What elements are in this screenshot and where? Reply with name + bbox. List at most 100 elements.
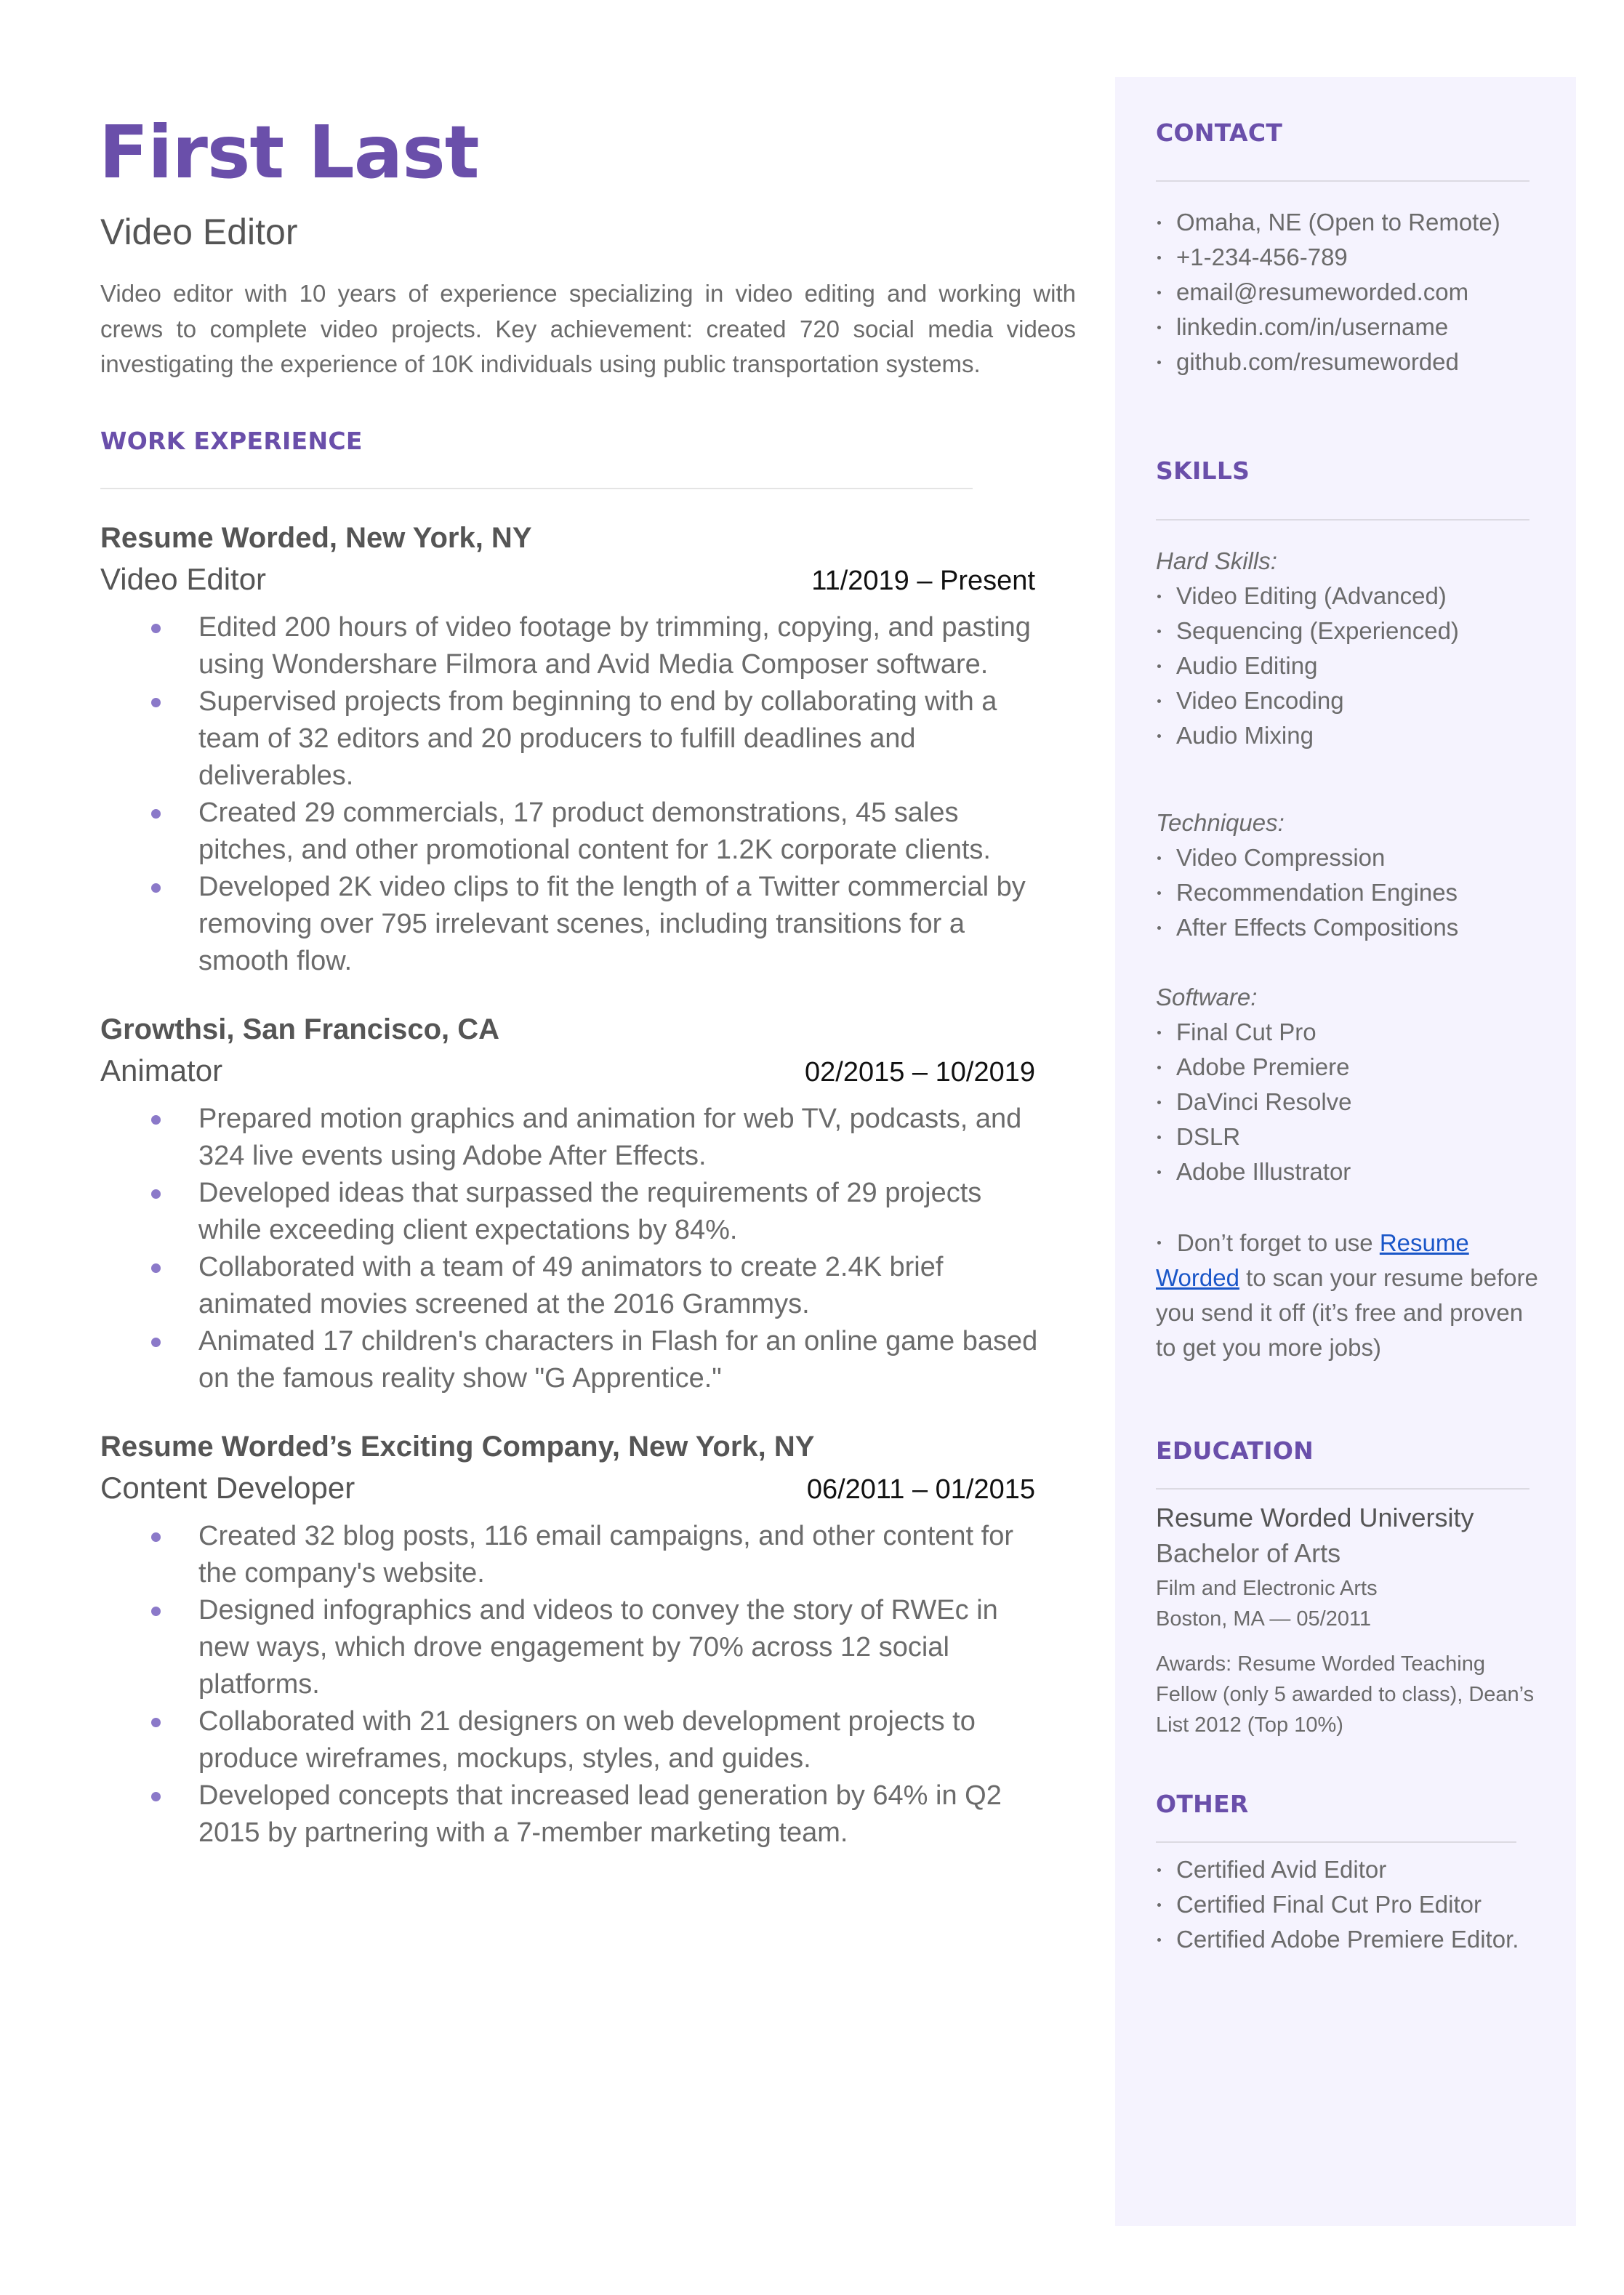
contact-list: Omaha, NE (Open to Remote) +1-234-456-78…	[1156, 205, 1500, 379]
skill-item: Adobe Premiere	[1156, 1050, 1352, 1085]
contact-email[interactable]: email@resumeworded.com	[1156, 275, 1500, 310]
resume-worded-tip: Don’t forget to use Resume Worded to sca…	[1156, 1226, 1548, 1365]
job-bullet-text: Prepared motion graphics and animation f…	[198, 1104, 1022, 1171]
skill-text: Adobe Illustrator	[1176, 1158, 1351, 1185]
job-bullet: Collaborated with 21 designers on web de…	[100, 1703, 1049, 1777]
skill-text: Video Compression	[1176, 844, 1386, 871]
bullet-dot-icon	[1157, 630, 1161, 633]
job-bullet-text: Developed concepts that increased lead g…	[198, 1780, 1002, 1848]
job-dates: 02/2015 – 10/2019	[805, 1057, 1035, 1088]
job-bullet-text: Animated 17 children's characters in Fla…	[198, 1326, 1038, 1394]
bullet-dot-icon	[1157, 926, 1161, 930]
contact-heading: CONTACT	[1156, 118, 1283, 147]
skill-item: Final Cut Pro	[1156, 1015, 1352, 1050]
job-bullet-text: Edited 200 hours of video footage by tri…	[198, 612, 1031, 680]
techniques-label: Techniques:	[1156, 809, 1285, 836]
bullet-dot-icon	[151, 883, 161, 893]
job-entry: Growthsi, San Francisco, CA Animator 02/…	[100, 1015, 1037, 1397]
job-entry: Resume Worded, New York, NY Video Editor…	[100, 523, 1035, 980]
job-bullet: Animated 17 children's characters in Fla…	[100, 1323, 1049, 1397]
certification-item: Certified Adobe Premiere Editor.	[1156, 1922, 1519, 1957]
skill-text: DSLR	[1176, 1123, 1241, 1150]
job-bullet: Designed infographics and videos to conv…	[100, 1592, 1049, 1703]
job-bullet-text: Created 29 commercials, 17 product demon…	[198, 797, 991, 865]
work-experience-divider	[100, 488, 973, 489]
other-heading: OTHER	[1156, 1790, 1249, 1818]
education-school: Resume Worded University	[1156, 1503, 1474, 1532]
education-awards: Awards: Resume Worded Teaching Fellow (o…	[1156, 1652, 1535, 1737]
skill-item: Sequencing (Experienced)	[1156, 614, 1459, 648]
bullet-dot-icon	[1157, 361, 1161, 364]
contact-linkedin-link[interactable]: linkedin.com/in/username	[1176, 313, 1448, 340]
skill-item: Video Editing (Advanced)	[1156, 579, 1459, 614]
contact-linkedin[interactable]: linkedin.com/in/username	[1156, 310, 1500, 345]
job-bullet-text: Created 32 blog posts, 116 email campaig…	[198, 1521, 1013, 1588]
job-title: Content Developer	[100, 1471, 355, 1505]
job-company: Resume Worded, New York, NY	[100, 522, 532, 554]
bullet-dot-icon	[151, 809, 161, 819]
skill-text: Audio Editing	[1176, 652, 1318, 679]
skill-item: After Effects Compositions	[1156, 910, 1458, 945]
skill-item: DSLR	[1156, 1120, 1352, 1154]
bullet-dot-icon	[1157, 1868, 1161, 1872]
skill-item: Video Compression	[1156, 840, 1458, 875]
job-bullet: Supervised projects from beginning to en…	[100, 683, 1049, 795]
job-bullet: Created 32 blog posts, 116 email campaig…	[100, 1518, 1049, 1592]
job-title: Video Editor	[100, 562, 267, 596]
contact-github-link[interactable]: github.com/resumeworded	[1176, 348, 1459, 375]
bullet-dot-icon	[151, 1718, 161, 1727]
skill-item: Audio Mixing	[1156, 718, 1459, 753]
contact-phone[interactable]: +1-234-456-789	[1156, 240, 1500, 275]
job-bullet: Developed concepts that increased lead g…	[100, 1777, 1049, 1852]
job-bullet: Collaborated with a team of 49 animators…	[100, 1249, 1049, 1323]
job-company: Resume Worded’s Exciting Company, New Yo…	[100, 1431, 815, 1463]
job-bullets: Prepared motion graphics and animation f…	[100, 1101, 1037, 1397]
job-bullet-text: Supervised projects from beginning to en…	[198, 686, 997, 791]
bullet-dot-icon	[1157, 891, 1161, 895]
bullet-dot-icon	[151, 624, 161, 633]
bullet-dot-icon	[1157, 291, 1161, 294]
bullet-dot-icon	[151, 1263, 161, 1273]
education-field: Film and Electronic Arts	[1156, 1577, 1378, 1600]
certification-text: Certified Final Cut Pro Editor	[1176, 1891, 1482, 1918]
education-heading: EDUCATION	[1156, 1436, 1314, 1465]
skill-text: Sequencing (Experienced)	[1176, 617, 1459, 644]
contact-email-link[interactable]: email@resumeworded.com	[1176, 278, 1468, 305]
bullet-dot-icon	[1157, 1903, 1161, 1907]
software-list: Final Cut Pro Adobe Premiere DaVinci Res…	[1156, 1015, 1352, 1189]
job-title-row: Content Developer 06/2011 – 01/2015	[100, 1471, 1035, 1505]
bullet-dot-icon	[1157, 1170, 1161, 1174]
skill-text: Video Encoding	[1176, 687, 1344, 714]
certification-text: Certified Avid Editor	[1176, 1856, 1387, 1883]
other-divider	[1156, 1841, 1516, 1843]
skills-divider	[1156, 519, 1529, 521]
certification-text: Certified Adobe Premiere Editor.	[1176, 1926, 1519, 1953]
job-bullet: Edited 200 hours of video footage by tri…	[100, 609, 1049, 683]
tip-text-before: Don’t forget to use	[1177, 1229, 1380, 1256]
bullet-dot-icon	[151, 1189, 161, 1199]
job-bullet: Developed 2K video clips to fit the leng…	[100, 869, 1049, 980]
software-label: Software:	[1156, 984, 1258, 1010]
job-title: Animator	[100, 1053, 223, 1088]
contact-phone-text[interactable]: +1-234-456-789	[1176, 244, 1348, 270]
education-divider	[1156, 1488, 1529, 1490]
skill-text: Video Editing (Advanced)	[1176, 582, 1447, 609]
job-dates: 06/2011 – 01/2015	[806, 1474, 1035, 1505]
bullet-dot-icon	[151, 1792, 161, 1801]
certification-item: Certified Avid Editor	[1156, 1852, 1519, 1887]
contact-github[interactable]: github.com/resumeworded	[1156, 345, 1500, 379]
bullet-dot-icon	[1157, 1066, 1161, 1069]
bullet-dot-icon	[151, 1115, 161, 1125]
job-bullets: Edited 200 hours of video footage by tri…	[100, 609, 1035, 980]
bullet-dot-icon	[151, 698, 161, 707]
bullet-dot-icon	[1157, 699, 1161, 703]
education-degree: Bachelor of Arts	[1156, 1538, 1341, 1568]
skill-item: DaVinci Resolve	[1156, 1085, 1352, 1120]
bullet-dot-icon	[1157, 734, 1161, 738]
job-bullet-text: Developed ideas that surpassed the requi…	[198, 1178, 982, 1245]
bullet-dot-icon	[1157, 1240, 1161, 1245]
skill-text: Audio Mixing	[1176, 722, 1314, 749]
skill-item: Recommendation Engines	[1156, 875, 1458, 910]
bullet-dot-icon	[1157, 256, 1161, 260]
job-bullet-text: Collaborated with 21 designers on web de…	[198, 1706, 976, 1774]
